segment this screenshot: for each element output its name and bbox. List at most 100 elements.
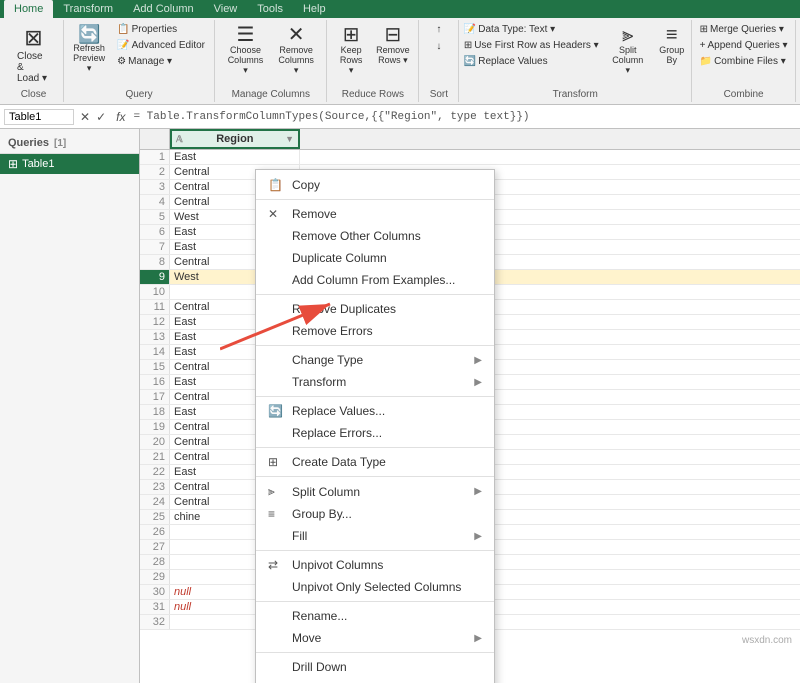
close-load-button[interactable]: ⊠ Close &Load ▾ — [10, 22, 57, 87]
close-group-label: Close — [21, 89, 47, 100]
tab-home[interactable]: Home — [4, 0, 53, 18]
append-queries-button[interactable]: + Append Queries ▾ — [695, 38, 793, 53]
fx-icon: fx — [112, 110, 129, 124]
remove-rows-button[interactable]: ⊟ RemoveRows ▾ — [372, 22, 414, 69]
remove-columns-label: RemoveColumns ▾ — [277, 45, 316, 76]
region-col-label: Region — [216, 133, 253, 145]
sort-asc-button[interactable]: ↑ — [431, 22, 446, 37]
choose-columns-icon: ☰ — [236, 25, 254, 45]
context-menu-item[interactable]: Add Column From Examples... — [256, 269, 494, 291]
table-row[interactable]: 1East — [140, 150, 800, 165]
context-menu-item[interactable]: Replace Errors... — [256, 422, 494, 444]
formula-text: = Table.TransformColumnTypes(Source,{{"R… — [133, 111, 796, 123]
tab-transform[interactable]: Transform — [53, 0, 123, 18]
context-menu-item[interactable]: ≡Group By... — [256, 503, 494, 525]
first-row-header-button[interactable]: ⊞ Use First Row as Headers ▾ — [459, 38, 604, 53]
choose-columns-button[interactable]: ☰ ChooseColumns ▾ — [221, 22, 270, 79]
filter-icon[interactable]: ▼ — [285, 134, 294, 144]
row-number: 14 — [140, 345, 170, 359]
manage-columns-label: Manage Columns — [232, 89, 310, 100]
manage-button[interactable]: ⚙ Manage ▾ — [112, 54, 210, 69]
tab-help[interactable]: Help — [293, 0, 336, 18]
remove-columns-button[interactable]: ✕ RemoveColumns ▾ — [272, 22, 321, 79]
context-item-icon: ⫸ — [268, 484, 284, 499]
refresh-label: RefreshPreview ▾ — [73, 43, 105, 74]
tab-add-column[interactable]: Add Column — [123, 0, 204, 18]
context-item-label: Remove Duplicates — [292, 302, 396, 316]
context-menu-item[interactable]: Move▶ — [256, 627, 494, 649]
context-item-label: Transform — [292, 375, 346, 389]
group-by-button[interactable]: ≡ GroupBy — [652, 22, 692, 68]
replace-values-button[interactable]: 🔄 Replace Values — [459, 54, 604, 69]
row-number: 28 — [140, 555, 170, 569]
formula-bar: ✕ ✓ fx = Table.TransformColumnTypes(Sour… — [0, 105, 800, 129]
context-menu-item[interactable]: 🔄Replace Values... — [256, 400, 494, 422]
cancel-formula-icon[interactable]: ✕ — [78, 110, 92, 124]
context-menu-separator — [256, 476, 494, 477]
confirm-formula-icon[interactable]: ✓ — [94, 110, 108, 124]
context-menu-item[interactable]: Duplicate Column — [256, 247, 494, 269]
reduce-rows-label: Reduce Rows — [342, 89, 404, 100]
context-menu-item[interactable]: Transform▶ — [256, 371, 494, 393]
manage-label: Manage ▾ — [128, 56, 172, 67]
data-type-label: Data Type: Text ▾ — [478, 24, 555, 35]
region-cell: East — [170, 150, 300, 164]
refresh-preview-button[interactable]: 🔄 RefreshPreview ▾ — [68, 22, 110, 77]
context-menu-item[interactable]: 📋Copy — [256, 174, 494, 196]
sidebar-item-table1[interactable]: ⊞ Table1 — [0, 154, 139, 174]
tab-view[interactable]: View — [204, 0, 248, 18]
merge-queries-button[interactable]: ⊞ Merge Queries ▾ — [695, 22, 793, 37]
context-menu-item[interactable]: Add as New Query — [256, 678, 494, 683]
row-number: 24 — [140, 495, 170, 509]
advanced-editor-label: Advanced Editor — [132, 40, 205, 51]
name-box[interactable] — [4, 109, 74, 125]
context-menu-item[interactable]: Change Type▶ — [256, 349, 494, 371]
context-menu-item[interactable]: ⇄Unpivot Columns — [256, 554, 494, 576]
ribbon-group-reduce-rows: ⊞ KeepRows ▾ ⊟ RemoveRows ▾ Reduce Rows — [327, 20, 419, 102]
row-number: 3 — [140, 180, 170, 194]
properties-button[interactable]: 📋 Properties — [112, 22, 210, 37]
context-menu-item[interactable]: Remove Duplicates — [256, 298, 494, 320]
context-item-icon: 🔄 — [268, 404, 284, 418]
tab-tools[interactable]: Tools — [247, 0, 293, 18]
split-column-button[interactable]: ⫸ SplitColumn ▾ — [606, 22, 650, 79]
context-menu-item[interactable]: ✕Remove — [256, 203, 494, 225]
queries-label-text: Queries — [8, 137, 49, 149]
merge-queries-icon: ⊞ — [700, 24, 708, 35]
keep-rows-label: KeepRows ▾ — [337, 45, 365, 76]
group-by-icon: ≡ — [666, 25, 678, 45]
advanced-editor-button[interactable]: 📝 Advanced Editor — [112, 38, 210, 53]
context-menu-item[interactable]: ⫸Split Column▶ — [256, 480, 494, 503]
combine-files-button[interactable]: 📁 Combine Files ▾ — [695, 54, 793, 69]
submenu-arrow-icon: ▶ — [474, 486, 482, 497]
context-item-label: Move — [292, 631, 321, 645]
keep-rows-button[interactable]: ⊞ KeepRows ▾ — [332, 22, 370, 79]
row-number: 21 — [140, 450, 170, 464]
context-menu-separator — [256, 601, 494, 602]
context-item-icon: ⊞ — [268, 455, 284, 469]
context-menu-item[interactable]: Rename... — [256, 605, 494, 627]
main-area: Queries [1] ⊞ Table1 𝔸 Region ▼ 1East2Ce… — [0, 129, 800, 683]
context-item-label: Unpivot Columns — [292, 558, 383, 572]
sort-desc-button[interactable]: ↓ — [431, 39, 446, 54]
region-column-header[interactable]: 𝔸 Region ▼ — [170, 129, 300, 149]
row-number: 30 — [140, 585, 170, 599]
context-menu-separator — [256, 652, 494, 653]
context-item-icon: ≡ — [268, 507, 284, 521]
context-menu-item[interactable]: Drill Down — [256, 656, 494, 678]
context-menu-item[interactable]: Remove Errors — [256, 320, 494, 342]
row-number: 22 — [140, 465, 170, 479]
advanced-editor-icon: 📝 — [117, 40, 129, 51]
context-menu-item[interactable]: Remove Other Columns — [256, 225, 494, 247]
row-number: 1 — [140, 150, 170, 164]
ribbon-group-sort: ↑ ↓ Sort — [419, 20, 459, 102]
row-number: 10 — [140, 285, 170, 299]
grid-header: 𝔸 Region ▼ — [140, 129, 800, 150]
context-menu-item[interactable]: Unpivot Only Selected Columns — [256, 576, 494, 598]
context-menu-item[interactable]: ⊞Create Data Type — [256, 451, 494, 473]
data-type-button[interactable]: 📝 Data Type: Text ▾ — [459, 22, 604, 37]
context-item-label: Remove Other Columns — [292, 229, 421, 243]
first-row-icon: ⊞ — [464, 40, 472, 51]
context-menu-item[interactable]: Fill▶ — [256, 525, 494, 547]
row-number: 20 — [140, 435, 170, 449]
